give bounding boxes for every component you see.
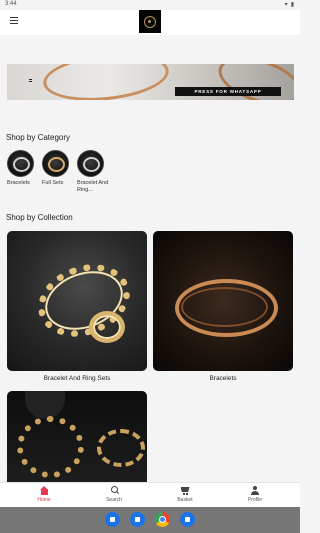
promo-banner[interactable]: PRESS FOR WHATSAPP xyxy=(7,64,294,100)
nav-search[interactable]: Search xyxy=(94,486,134,503)
hamburger-menu-icon[interactable] xyxy=(10,17,18,24)
collection-image xyxy=(28,252,140,349)
collection-image xyxy=(89,311,125,343)
collection-image xyxy=(97,429,145,467)
collection-card-bracelet-ring-sets[interactable] xyxy=(7,231,147,371)
category-label: Bracelets xyxy=(7,180,30,186)
phone-icon[interactable] xyxy=(105,512,120,527)
category-image xyxy=(7,150,34,177)
home-icon xyxy=(39,486,49,495)
collection-image xyxy=(17,416,84,478)
search-icon xyxy=(110,486,119,495)
category-image xyxy=(77,150,104,177)
category-label: Bracelet And Ring... xyxy=(77,180,109,193)
category-item-full-sets[interactable]: Full Sets xyxy=(42,150,72,187)
collection-image xyxy=(181,287,268,327)
category-label: Full Sets xyxy=(42,180,64,186)
banner-bangle-image xyxy=(40,64,172,100)
status-bar: 3:44 ▾ ▮ xyxy=(0,0,300,10)
category-item-bracelets[interactable]: Bracelets xyxy=(7,150,37,187)
system-dock xyxy=(0,507,300,533)
category-item-bracelet-and-ring[interactable]: Bracelet And Ring... xyxy=(77,150,108,194)
collection-card-bracelets[interactable] xyxy=(153,231,293,371)
bottom-navigation: Home Search Basket Profile xyxy=(0,482,300,508)
collection-section-title: Shop by Collection xyxy=(6,213,73,222)
basket-icon xyxy=(181,486,190,495)
category-section-title: Shop by Category xyxy=(6,133,71,142)
collection-label[interactable]: Bracelet And Ring Sets xyxy=(7,375,147,382)
whatsapp-button[interactable]: PRESS FOR WHATSAPP xyxy=(175,87,281,96)
nav-label: Search xyxy=(106,497,122,503)
nav-profile[interactable]: Profile xyxy=(235,486,275,503)
battery-icon: ▮ xyxy=(290,2,294,8)
profile-icon xyxy=(251,486,260,495)
nav-label: Basket xyxy=(177,497,193,503)
nav-label: Profile xyxy=(247,497,263,503)
nav-home[interactable]: Home xyxy=(24,486,64,503)
status-time: 3:44 xyxy=(5,1,17,7)
nav-basket[interactable]: Basket xyxy=(165,486,205,503)
category-image xyxy=(42,150,69,177)
collection-image xyxy=(25,391,65,419)
camera-icon[interactable] xyxy=(180,512,195,527)
chrome-icon[interactable] xyxy=(155,512,170,527)
brand-logo[interactable] xyxy=(139,10,161,33)
nav-label: Home xyxy=(37,497,51,503)
app-header xyxy=(0,10,300,35)
status-icons: ▾ ▮ xyxy=(285,1,294,9)
wifi-icon: ▾ xyxy=(284,2,288,8)
collection-label[interactable]: Bracelets xyxy=(153,375,293,382)
messages-icon[interactable] xyxy=(130,512,145,527)
collection-card-full-sets[interactable] xyxy=(7,391,147,486)
banner-decor-icon xyxy=(29,79,32,82)
